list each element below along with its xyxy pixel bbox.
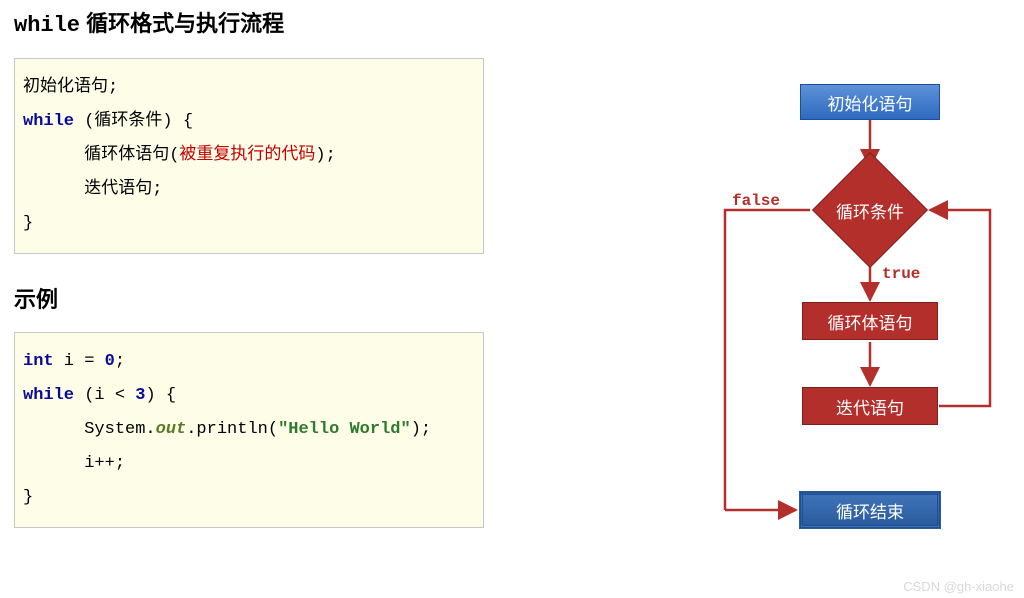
flow-node-body: 循环体语句 (802, 302, 938, 340)
left-column: while 循环格式与执行流程 初始化语句; while (循环条件) { 循环… (14, 6, 484, 528)
flowchart: 初始化语句 循环条件 true false 循环体语句 迭代语句 循环结束 (620, 70, 1024, 590)
flow-node-cond-label-wrap: 循环条件 (810, 170, 930, 250)
flow-label-false: false (732, 192, 780, 210)
title-rest: 循环格式与执行流程 (80, 11, 284, 36)
code1-l1: 初始化语句; (23, 78, 118, 97)
code1-kw-while: while (23, 112, 74, 131)
code1-l3a: 循环体语句( (23, 146, 179, 165)
code1-l5: } (23, 214, 33, 233)
c2-l4: i++; (23, 454, 125, 473)
c2-semi1: ; (115, 352, 125, 371)
c2-l5: } (23, 488, 33, 507)
c2-num0: 0 (105, 352, 115, 371)
flow-node-init: 初始化语句 (800, 84, 940, 120)
watermark: CSDN @gh-xiaohe (903, 579, 1014, 594)
flow-node-end-label: 循环结束 (836, 498, 904, 523)
code-block-format: 初始化语句; while (循环条件) { 循环体语句(被重复执行的代码); 迭… (14, 58, 484, 254)
title-mono: while (14, 13, 80, 38)
c2-l3c: ); (411, 420, 431, 439)
c2-l3b: .println( (186, 420, 278, 439)
code1-l4: 迭代语句; (23, 180, 162, 199)
page-title: while 循环格式与执行流程 (14, 6, 484, 38)
c2-kw-int: int (23, 352, 54, 371)
code1-l3b: ); (315, 146, 335, 165)
flow-node-iter: 迭代语句 (802, 387, 938, 425)
c2-num3: 3 (135, 386, 145, 405)
example-heading: 示例 (14, 282, 484, 314)
flow-node-cond-label: 循环条件 (836, 198, 904, 223)
c2-l3a: System. (23, 420, 156, 439)
c2-l1a: i = (54, 352, 105, 371)
flow-node-end: 循环结束 (800, 492, 940, 528)
code1-l2a: (循环条件) { (74, 112, 193, 131)
c2-out: out (156, 420, 187, 439)
code-block-example: int i = 0; while (i < 3) { System.out.pr… (14, 332, 484, 528)
flow-node-iter-label: 迭代语句 (836, 394, 904, 419)
c2-kw-while: while (23, 386, 74, 405)
code1-l3red: 被重复执行的代码 (179, 146, 315, 165)
c2-l2b: ) { (145, 386, 176, 405)
c2-l2a: (i < (74, 386, 135, 405)
c2-str: "Hello World" (278, 420, 411, 439)
flow-node-body-label: 循环体语句 (828, 309, 913, 334)
flow-node-init-label: 初始化语句 (828, 90, 913, 115)
flow-label-true: true (882, 265, 920, 283)
